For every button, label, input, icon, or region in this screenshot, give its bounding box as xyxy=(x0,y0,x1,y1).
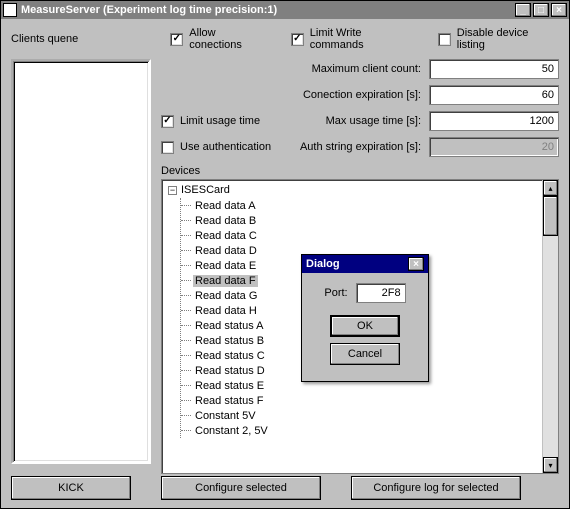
tree-item[interactable]: Constant 5V xyxy=(181,408,540,423)
configure-log-button[interactable]: Configure log for selected xyxy=(351,476,521,500)
tree-item-label: Constant 5V xyxy=(193,410,258,422)
collapse-icon[interactable]: − xyxy=(168,186,177,195)
tree-item-label: Read status C xyxy=(193,350,267,362)
close-button[interactable]: × xyxy=(551,3,567,17)
cancel-button[interactable]: Cancel xyxy=(330,343,400,365)
scroll-thumb[interactable] xyxy=(543,196,558,236)
port-dialog: Dialog × Port: OK Cancel xyxy=(301,254,429,382)
limit-write-checkbox[interactable]: Limit Write commands xyxy=(291,27,418,51)
ok-button[interactable]: OK xyxy=(330,315,400,337)
tree-item-label: Constant 2, 5V xyxy=(193,425,270,437)
kick-button[interactable]: KICK xyxy=(11,476,131,500)
tree-item-label: Read data C xyxy=(193,230,259,242)
limit-usage-checkbox[interactable]: Limit usage time xyxy=(161,115,260,128)
app-icon xyxy=(3,3,17,17)
tree-item[interactable]: Constant 2, 5V xyxy=(181,423,540,438)
scroll-up-button[interactable]: ▴ xyxy=(543,180,558,196)
auth-expiration-label: Auth string expiration [s]: xyxy=(300,141,421,153)
dialog-titlebar: Dialog × xyxy=(302,255,428,273)
checkbox-icon xyxy=(438,33,451,46)
tree-item-label: Read data F xyxy=(193,275,258,287)
dialog-title: Dialog xyxy=(306,258,340,270)
checkbox-icon xyxy=(170,33,183,46)
use-auth-label: Use authentication xyxy=(180,141,271,153)
window-title: MeasureServer (Experiment log time preci… xyxy=(21,4,513,16)
disable-listing-label: Disable device listing xyxy=(457,27,559,51)
conn-expiration-label: Conection expiration [s]: xyxy=(303,89,421,101)
tree-item-label: Read status F xyxy=(193,395,265,407)
limit-write-label: Limit Write commands xyxy=(310,27,418,51)
checkbox-icon xyxy=(291,33,304,46)
scrollbar[interactable]: ▴ ▾ xyxy=(542,180,558,473)
port-input[interactable] xyxy=(356,283,406,303)
port-label: Port: xyxy=(324,287,347,299)
tree-item-label: Read status D xyxy=(193,365,267,377)
auth-expiration-input xyxy=(429,137,559,157)
app-window: MeasureServer (Experiment log time preci… xyxy=(0,0,570,509)
tree-item-label: Read data B xyxy=(193,215,258,227)
limit-usage-label: Limit usage time xyxy=(180,115,260,127)
conn-expiration-input[interactable] xyxy=(429,85,559,105)
allow-connections-label: Allow conections xyxy=(189,27,271,51)
devices-label: Devices xyxy=(161,165,559,177)
use-auth-checkbox[interactable]: Use authentication xyxy=(161,141,271,154)
tree-root-label: ISESCard xyxy=(181,184,230,196)
configure-selected-button[interactable]: Configure selected xyxy=(161,476,321,500)
max-clients-label: Maximum client count: xyxy=(312,63,421,75)
tree-item-label: Read data H xyxy=(193,305,259,317)
tree-item-label: Read status A xyxy=(193,320,266,332)
disable-listing-checkbox[interactable]: Disable device listing xyxy=(438,27,559,51)
tree-item-label: Read data D xyxy=(193,245,259,257)
tree-item-label: Read data G xyxy=(193,290,259,302)
tree-item-label: Read status B xyxy=(193,335,266,347)
clients-queue-label: Clients quene xyxy=(11,33,150,45)
tree-item[interactable]: Read data A xyxy=(181,198,540,213)
tree-root-item[interactable]: − ISESCard xyxy=(168,182,540,198)
tree-item-label: Read data A xyxy=(193,200,258,212)
max-usage-input[interactable] xyxy=(429,111,559,131)
max-usage-label: Max usage time [s]: xyxy=(326,115,421,127)
max-clients-input[interactable] xyxy=(429,59,559,79)
checkbox-icon xyxy=(161,141,174,154)
clients-queue-list[interactable] xyxy=(11,59,151,464)
checkbox-icon xyxy=(161,115,174,128)
tree-item[interactable]: Read status F xyxy=(181,393,540,408)
tree-item[interactable]: Read data B xyxy=(181,213,540,228)
dialog-close-button[interactable]: × xyxy=(408,257,424,271)
maximize-button[interactable]: □ xyxy=(533,3,549,17)
minimize-button[interactable]: _ xyxy=(515,3,531,17)
scroll-down-button[interactable]: ▾ xyxy=(543,457,558,473)
allow-connections-checkbox[interactable]: Allow conections xyxy=(170,27,270,51)
titlebar: MeasureServer (Experiment log time preci… xyxy=(1,1,569,19)
scroll-track[interactable] xyxy=(543,196,558,457)
tree-item-label: Read status E xyxy=(193,380,266,392)
tree-item-label: Read data E xyxy=(193,260,258,272)
tree-item[interactable]: Read data C xyxy=(181,228,540,243)
